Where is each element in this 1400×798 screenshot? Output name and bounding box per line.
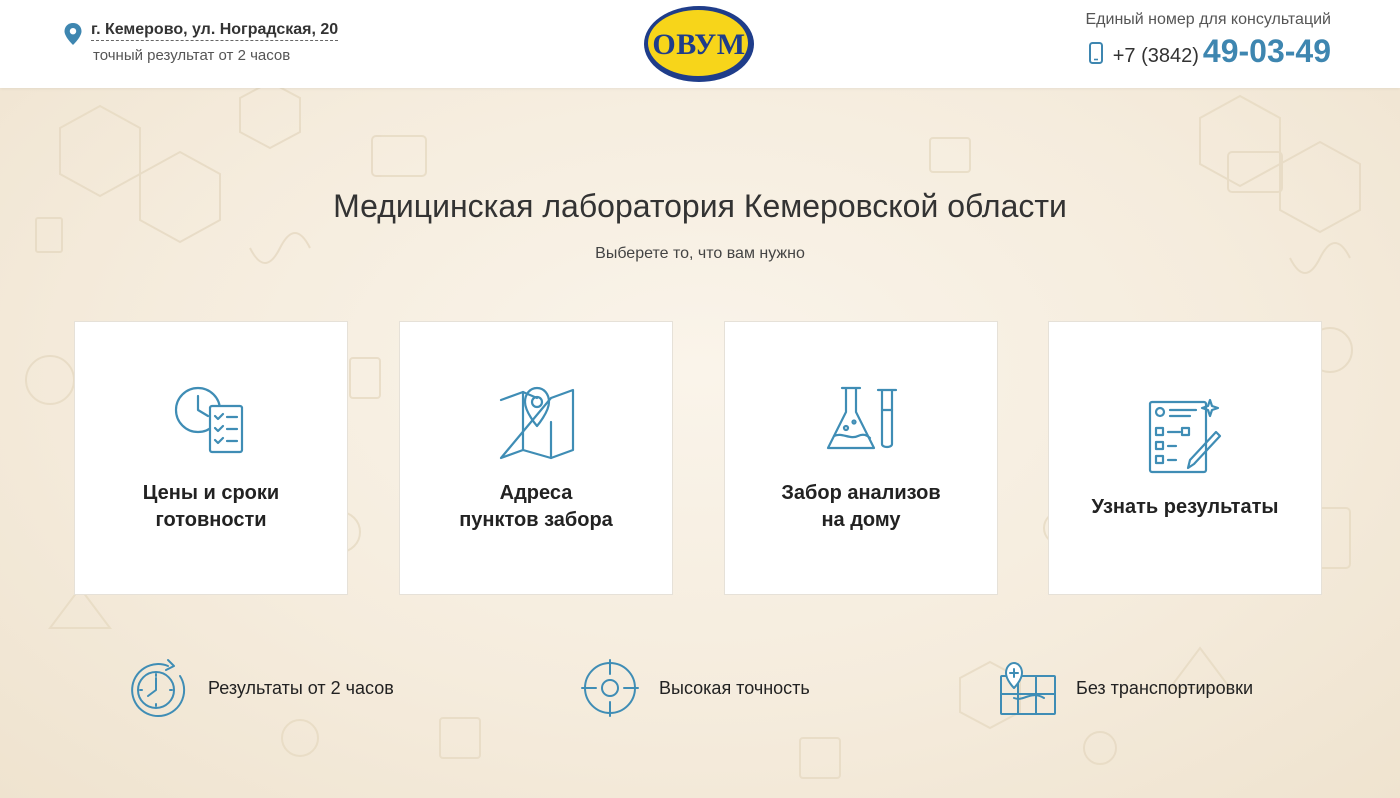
page-subtitle: Выберете то, что вам нужно <box>595 245 805 262</box>
feature-fast-results: Результаты от 2 часов <box>128 658 428 718</box>
map-pin-icon <box>499 386 575 460</box>
crosshair-icon <box>581 659 639 717</box>
logo-text: ОВУМ <box>652 28 746 61</box>
feature-accuracy: Высокая точность <box>580 658 840 718</box>
address-note: точный результат от 2 часов <box>93 47 291 64</box>
page-title: Медицинская лаборатория Кемеровской обла… <box>333 188 1067 224</box>
feature-no-transport-label: Без транспортировки <box>1076 678 1254 698</box>
card-prices[interactable]: Цены и сроки готовности <box>74 321 348 595</box>
phone-number[interactable]: 49-03-49 <box>1203 33 1331 69</box>
mobile-phone-icon <box>1088 42 1103 64</box>
card-home-visit-label: Забор анализов на дому <box>781 482 941 531</box>
card-results[interactable]: Узнать результаты <box>1048 321 1322 595</box>
card-addresses-label: Адреса пунктов забора <box>459 482 613 531</box>
card-home-visit[interactable]: Забор анализов на дому <box>724 321 998 595</box>
card-addresses[interactable]: Адреса пунктов забора <box>399 321 673 595</box>
contact-label: Единый номер для консультаций <box>1085 11 1332 28</box>
results-form-icon <box>1148 398 1222 474</box>
stopwatch-icon <box>131 659 186 718</box>
phone-prefix: +7 (3842) <box>1112 45 1199 67</box>
phone-row[interactable]: +7 (3842) 49-03-49 <box>1086 33 1331 69</box>
feature-fast-results-label: Результаты от 2 часов <box>208 678 394 698</box>
site-header: г. Кемерово, ул. Ноградская, 20 точный р… <box>0 0 1400 88</box>
logo[interactable]: ОВУМ <box>642 4 756 84</box>
location-pin-icon <box>64 23 82 45</box>
contact-block: Единый номер для консультаций +7 (3842) 4… <box>1086 11 1332 69</box>
map-route-icon <box>1000 662 1056 715</box>
card-results-label: Узнать результаты <box>1091 496 1279 518</box>
lab-flask-icon <box>826 386 898 450</box>
card-prices-label: Цены и сроки готовности <box>142 482 280 531</box>
address-link[interactable]: г. Кемерово, ул. Ноградская, 20 <box>91 21 339 41</box>
clock-checklist-icon <box>174 386 244 454</box>
feature-no-transport: Без транспортировки <box>998 658 1298 718</box>
feature-accuracy-label: Высокая точность <box>659 678 810 698</box>
